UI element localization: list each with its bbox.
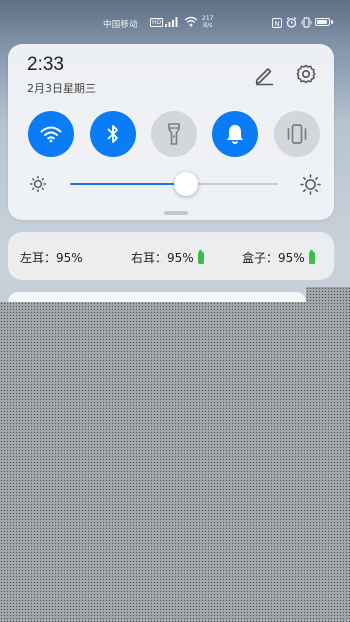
flashlight-icon — [168, 123, 180, 145]
brightness-track[interactable] — [70, 172, 278, 196]
case-label: 盒子： — [242, 251, 279, 265]
obscured-region — [306, 287, 350, 303]
signal-icon — [165, 17, 178, 27]
bell-icon — [227, 125, 243, 144]
wifi-toggle[interactable] — [28, 111, 74, 157]
right-earbud: 右耳： 95% — [131, 249, 204, 266]
clock-date: 2月3日星期三 — [27, 82, 96, 95]
brightness-thumb[interactable] — [174, 172, 199, 196]
bluetooth-toggle[interactable] — [90, 111, 136, 157]
vibrate-status-icon — [301, 17, 312, 28]
wifi-status-icon — [184, 16, 198, 27]
battery-icon — [197, 249, 204, 264]
net-speed-value: 217 — [202, 15, 214, 22]
net-speed-unit: B/s — [203, 22, 213, 29]
flashlight-toggle[interactable] — [151, 111, 197, 157]
left-earbud-value: 95% — [56, 250, 83, 265]
panel-drag-handle[interactable] — [164, 211, 188, 215]
earbuds-battery-card[interactable]: 左耳： 95% 右耳： 95% 盒子： 95% — [8, 232, 334, 280]
hd-badge: HD — [150, 18, 164, 27]
brightness-fill — [70, 183, 187, 185]
bell-toggle[interactable] — [212, 111, 258, 157]
quick-settings-panel: 2:33 2月3日星期三 — [8, 44, 334, 220]
battery-icon — [315, 18, 333, 26]
vibration-toggle[interactable] — [274, 111, 320, 157]
vibrate-icon — [287, 124, 307, 144]
status-bar: 中国移动 HD 217 B/s N — [0, 0, 350, 40]
wifi-icon — [40, 126, 62, 143]
gear-icon[interactable] — [294, 62, 318, 86]
edit-icon[interactable] — [252, 62, 276, 86]
clock-time: 2:33 — [27, 54, 64, 75]
battery-icon — [308, 249, 315, 264]
net-speed: 217 B/s — [202, 15, 213, 29]
alarm-icon — [286, 17, 297, 28]
charging-case: 盒子： 95% — [242, 249, 315, 266]
obscured-region — [0, 302, 350, 622]
left-earbud-label: 左耳： — [20, 251, 57, 265]
brightness-low-icon — [29, 175, 47, 193]
battery-fill — [317, 20, 327, 24]
brightness-high-icon — [300, 174, 321, 195]
bluetooth-icon — [107, 125, 118, 143]
brightness-slider[interactable] — [8, 172, 334, 196]
nfc-icon: N — [272, 17, 282, 28]
left-earbud: 左耳： 95% — [20, 249, 83, 266]
case-value: 95% — [278, 250, 305, 265]
carrier-label: 中国移动 — [103, 20, 138, 30]
right-earbud-value: 95% — [167, 250, 194, 265]
right-earbud-label: 右耳： — [131, 251, 168, 265]
